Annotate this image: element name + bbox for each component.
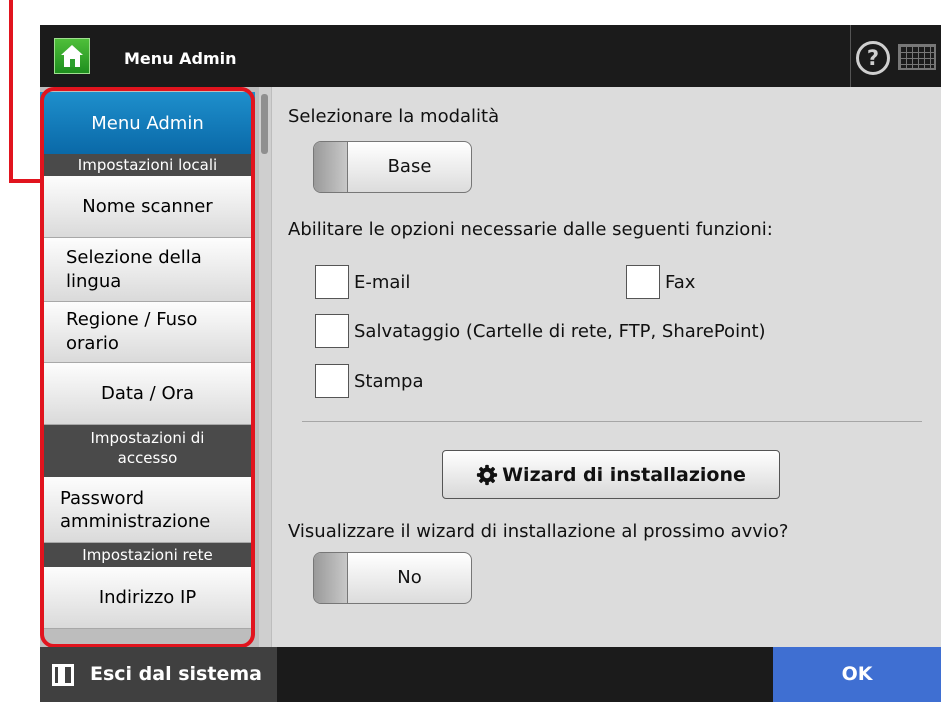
title-divider <box>850 25 851 87</box>
mode-toggle-value: Base <box>387 156 432 177</box>
wizard-toggle-value: No <box>397 567 422 588</box>
print-label: Stampa <box>354 371 424 392</box>
logout-label: Esci dal sistema <box>90 663 262 685</box>
wizard-question: Visualizzare il wizard di installazione … <box>288 521 789 542</box>
page-title: Menu Admin <box>124 49 237 68</box>
gear-icon <box>477 464 498 485</box>
save-label: Salvataggio (Cartelle di rete, FTP, Shar… <box>354 321 766 342</box>
footer-bar: Esci dal sistema OK <box>40 647 941 702</box>
logout-button[interactable]: Esci dal sistema <box>40 647 277 702</box>
title-bar: Menu Admin ? <box>40 25 941 87</box>
wizard-button-label: Wizard di installazione <box>502 463 746 486</box>
fax-label: Fax <box>665 272 696 293</box>
home-button[interactable] <box>54 38 90 74</box>
email-label: E-mail <box>354 272 411 293</box>
callout-line-horizontal <box>9 179 43 183</box>
main-panel: Selezionare la modalità Base Abilitare l… <box>272 87 941 647</box>
keyboard-icon[interactable] <box>898 44 936 70</box>
callout-line-vertical <box>9 0 13 183</box>
scrollbar-thumb[interactable] <box>261 94 268 154</box>
mode-toggle[interactable]: Base <box>313 141 472 193</box>
sidebar-scrollbar[interactable] <box>259 87 271 647</box>
save-checkbox[interactable] <box>315 314 349 348</box>
home-icon <box>61 45 83 67</box>
functions-label: Abilitare le opzioni necessarie dalle se… <box>288 219 773 240</box>
logout-door-icon <box>52 664 74 686</box>
section-divider <box>302 421 922 422</box>
wizard-toggle[interactable]: No <box>313 552 472 604</box>
help-icon[interactable]: ? <box>856 41 890 75</box>
ok-button[interactable]: OK <box>773 647 941 702</box>
highlight-frame <box>40 87 255 648</box>
wizard-button[interactable]: Wizard di installazione <box>442 450 780 499</box>
print-checkbox[interactable] <box>315 364 349 398</box>
fax-checkbox[interactable] <box>626 265 660 299</box>
toggle-knob <box>314 142 348 192</box>
email-checkbox[interactable] <box>315 265 349 299</box>
toggle-knob <box>314 553 348 603</box>
mode-label: Selezionare la modalità <box>288 106 500 127</box>
